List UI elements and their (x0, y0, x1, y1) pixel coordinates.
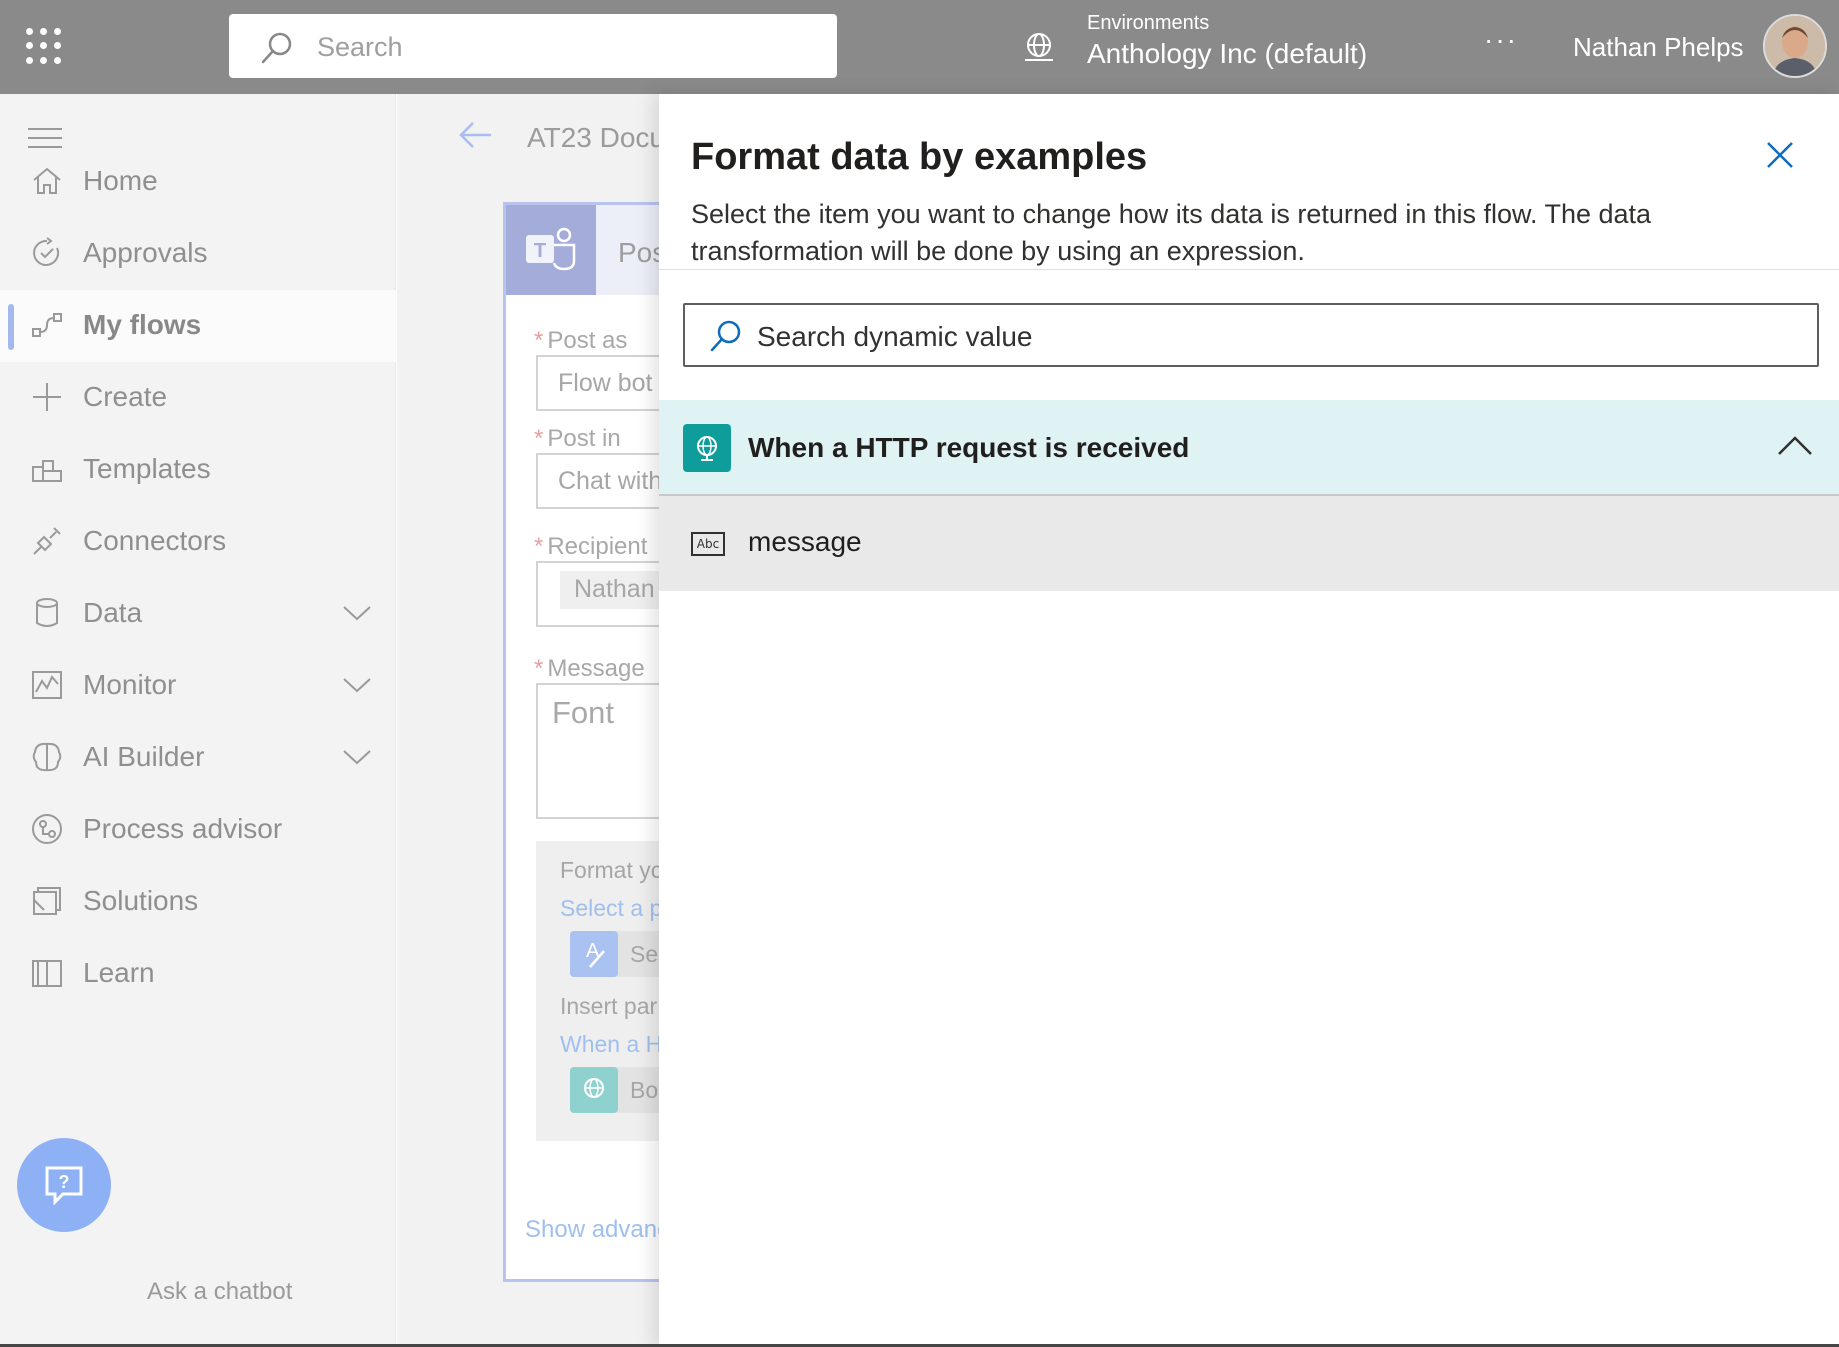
panel-title: Format data by examples (691, 136, 1148, 178)
svg-text:?: ? (59, 1172, 70, 1192)
avatar[interactable] (1763, 14, 1827, 78)
nav-label: Approvals (83, 237, 208, 268)
global-search-placeholder: Search (317, 32, 403, 62)
nav-item-templates[interactable]: Templates (0, 434, 396, 506)
format-hint-text: Format yc (560, 857, 663, 883)
nav-item-my-flows[interactable]: My flows (0, 290, 396, 362)
message-label: * Message (534, 655, 645, 682)
recipient-label: * Recipient (534, 533, 648, 560)
nav-item-data[interactable]: Data (0, 578, 396, 650)
solutions-icon (33, 887, 61, 915)
app-launcher-icon[interactable] (26, 28, 62, 64)
templates-icon (32, 460, 62, 482)
text-format-icon: A (570, 931, 618, 977)
search-icon (261, 32, 292, 64)
dynamic-value-search-placeholder: Search dynamic value (757, 321, 1033, 352)
font-dropdown[interactable]: Font (552, 695, 614, 731)
divider (659, 269, 1839, 270)
flow-title: AT23 Docu (527, 122, 665, 153)
post-as-label: * Post as (534, 327, 628, 354)
insert-parameter-text: Insert par (560, 993, 658, 1019)
nav-label: Process advisor (83, 813, 283, 844)
global-search-input[interactable]: Search (229, 14, 837, 78)
suggestion-pill-label: Se (630, 941, 659, 967)
nav-label: Create (83, 381, 168, 412)
left-navigation: Home Approvals My flows Create Templates… (0, 94, 396, 1347)
http-request-icon (683, 424, 731, 472)
brain-icon (32, 742, 62, 772)
chevron-down-icon[interactable] (342, 676, 372, 694)
svg-text:T: T (534, 240, 546, 262)
chevron-up-icon[interactable] (1777, 434, 1813, 456)
nav-label: My flows (83, 309, 202, 340)
back-arrow-icon[interactable] (457, 120, 493, 150)
connectors-icon (33, 527, 61, 555)
close-icon[interactable] (1765, 140, 1795, 170)
post-in-label: * Post in (534, 425, 621, 452)
monitor-icon (32, 671, 62, 699)
book-icon (32, 960, 62, 987)
body-token-label: Bo (630, 1077, 659, 1103)
process-advisor-icon (32, 814, 62, 844)
nav-label: Solutions (83, 885, 199, 916)
approvals-icon (33, 237, 60, 266)
when-a-link[interactable]: When a H (560, 1031, 662, 1058)
nav-label: Home (83, 165, 158, 196)
more-options-button[interactable]: ··· (1484, 24, 1518, 56)
panel-description: Select the item you want to change how i… (691, 199, 1652, 266)
post-as-value: Flow bot (558, 369, 653, 397)
nav-item-connectors[interactable]: Connectors (0, 506, 396, 578)
nav-label: Templates (83, 453, 211, 484)
nav-label: Monitor (83, 669, 177, 700)
trigger-group-header[interactable]: When a HTTP request is received (659, 400, 1839, 496)
search-icon (710, 320, 741, 352)
chatbot-button[interactable]: ? (17, 1138, 111, 1232)
chatbot-icon: ? (45, 1166, 83, 1206)
dynamic-value-item[interactable]: Abc message (659, 496, 1839, 591)
environment-picker[interactable]: Anthology Inc (default) (1087, 38, 1367, 70)
flows-icon (32, 313, 62, 337)
nav-item-home[interactable]: Home (0, 146, 396, 218)
user-name[interactable]: Nathan Phelps (1573, 32, 1744, 63)
avatar-image (1765, 16, 1825, 76)
database-icon (36, 598, 58, 627)
selected-indicator (8, 304, 14, 350)
post-in-value: Chat with (558, 467, 663, 495)
nav-item-solutions[interactable]: Solutions (0, 866, 396, 938)
nav-label: AI Builder (83, 741, 205, 772)
top-bar: Search Environments Anthology Inc (defau… (0, 0, 1839, 94)
select-link[interactable]: Select a p (560, 895, 662, 922)
http-globe-icon (570, 1067, 618, 1113)
recipient-value: Nathan (574, 575, 655, 603)
nav-label: Data (83, 597, 143, 628)
home-icon (33, 167, 61, 194)
trigger-group-title: When a HTTP request is received (748, 432, 1190, 463)
environment-label: Environments (1087, 12, 1210, 34)
nav-item-process-advisor[interactable]: Process advisor (0, 794, 396, 866)
dynamic-value-label: message (748, 526, 862, 557)
format-data-panel: Format data by examples Select the item … (659, 94, 1839, 1347)
nav-item-approvals[interactable]: Approvals (0, 218, 396, 290)
show-advanced-options-link[interactable]: Show advanc (525, 1216, 669, 1244)
nav-item-monitor[interactable]: Monitor (0, 650, 396, 722)
nav-item-ai-builder[interactable]: AI Builder (0, 722, 396, 794)
chatbot-label: Ask a chatbot (147, 1278, 293, 1305)
chevron-down-icon[interactable] (342, 604, 372, 622)
nav-label: Learn (83, 957, 155, 988)
dynamic-value-search-input[interactable]: Search dynamic value (683, 303, 1819, 367)
teams-icon: T (506, 205, 596, 295)
nav-label: Connectors (83, 525, 227, 556)
text-type-icon: Abc (691, 532, 725, 556)
globe-environment-icon[interactable] (1022, 30, 1056, 64)
nav-item-create[interactable]: Create (0, 362, 396, 434)
nav-item-learn[interactable]: Learn (0, 938, 396, 1010)
chevron-down-icon[interactable] (342, 748, 372, 766)
plus-icon (33, 383, 61, 411)
